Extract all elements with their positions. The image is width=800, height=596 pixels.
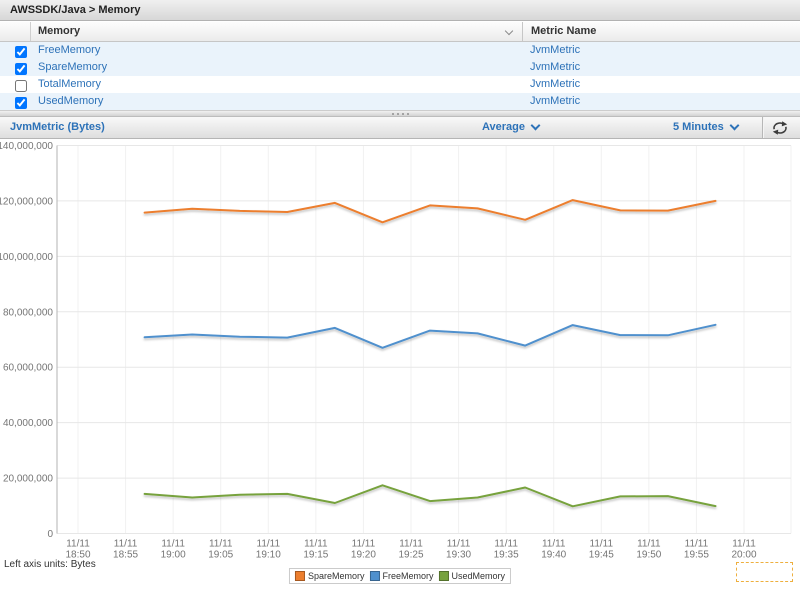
legend-item: FreeMemory — [370, 571, 434, 581]
svg-text:11/11: 11/11 — [66, 539, 90, 550]
svg-text:11/11: 11/11 — [732, 539, 756, 550]
svg-text:11/11: 11/11 — [257, 539, 281, 550]
table-row[interactable]: SpareMemory JvmMetric — [0, 59, 800, 77]
svg-text:11/11: 11/11 — [685, 539, 709, 550]
svg-text:11/11: 11/11 — [542, 539, 566, 550]
table-header-row: Memory Metric Name — [0, 22, 800, 42]
svg-text:11/11: 11/11 — [352, 539, 376, 550]
svg-text:140,000,000: 140,000,000 — [0, 141, 53, 152]
column-header-memory-label: Memory — [38, 25, 80, 37]
svg-text:11/11: 11/11 — [447, 539, 471, 550]
column-header-metric-name-label: Metric Name — [531, 25, 596, 37]
svg-text:11/11: 11/11 — [637, 539, 661, 550]
svg-text:11/11: 11/11 — [304, 539, 328, 550]
panel-resize-handle[interactable] — [0, 110, 800, 117]
svg-text:19:50: 19:50 — [636, 550, 661, 561]
svg-text:19:45: 19:45 — [589, 550, 614, 561]
statistic-dropdown-label: Average — [482, 121, 525, 133]
svg-text:40,000,000: 40,000,000 — [3, 418, 53, 429]
table-row[interactable]: TotalMemory JvmMetric — [0, 76, 800, 94]
chart-legend: SpareMemory FreeMemory UsedMemory — [289, 568, 511, 584]
table-row[interactable]: FreeMemory JvmMetric — [0, 42, 800, 60]
table-title-bar: AWSSDK/Java > Memory — [0, 0, 800, 21]
svg-text:19:55: 19:55 — [684, 550, 709, 561]
legend-swatch-freememory — [370, 571, 380, 581]
chevron-down-icon — [729, 121, 739, 131]
metric-name-link[interactable]: JvmMetric — [530, 42, 580, 59]
svg-text:19:00: 19:00 — [161, 550, 186, 561]
chart-header: JvmMetric (Bytes) Average 5 Minutes — [0, 117, 800, 139]
resize-grip-dot — [407, 113, 409, 115]
refresh-icon — [771, 120, 789, 136]
svg-text:19:15: 19:15 — [303, 550, 328, 561]
line-chart[interactable]: 0 20,000,000 40,000,000 60,000,000 80,000,00… — [0, 139, 800, 596]
cloudwatch-metrics-view: AWSSDK/Java > Memory Memory Metric Name … — [0, 0, 800, 596]
svg-text:20:00: 20:00 — [731, 550, 756, 561]
svg-text:0: 0 — [47, 529, 53, 540]
svg-text:11/11: 11/11 — [114, 539, 138, 550]
resize-grip-dot — [402, 113, 404, 115]
svg-text:100,000,000: 100,000,000 — [0, 252, 53, 263]
row-checkbox[interactable] — [15, 97, 27, 109]
metric-name-link[interactable]: JvmMetric — [530, 76, 580, 93]
svg-text:19:40: 19:40 — [541, 550, 566, 561]
svg-text:11/11: 11/11 — [399, 539, 423, 550]
svg-text:11/11: 11/11 — [209, 539, 233, 550]
resize-grip-dot — [392, 113, 394, 115]
svg-text:19:05: 19:05 — [208, 550, 233, 561]
resize-grip-dot — [397, 113, 399, 115]
legend-item: UsedMemory — [439, 571, 506, 581]
row-checkbox[interactable] — [15, 63, 27, 75]
legend-item: SpareMemory — [295, 571, 365, 581]
svg-text:60,000,000: 60,000,000 — [3, 363, 53, 374]
period-dropdown[interactable]: 5 Minutes — [673, 117, 738, 138]
legend-swatch-sparememory — [295, 571, 305, 581]
sort-descending-icon[interactable] — [505, 27, 513, 35]
left-axis-units-note: Left axis units: Bytes — [4, 559, 96, 570]
legend-label: UsedMemory — [452, 571, 506, 581]
svg-text:19:30: 19:30 — [446, 550, 471, 561]
header-separator — [762, 117, 763, 138]
metric-dimension-link[interactable]: UsedMemory — [38, 93, 103, 110]
chart-area: 0 20,000,000 40,000,000 60,000,000 80,000,00… — [0, 139, 800, 596]
period-dropdown-label: 5 Minutes — [673, 121, 724, 133]
statistic-dropdown[interactable]: Average — [482, 117, 539, 138]
chevron-down-icon — [531, 121, 541, 131]
metric-dimension-link[interactable]: SpareMemory — [38, 59, 107, 76]
refresh-button[interactable] — [771, 120, 789, 136]
chart-title: JvmMetric (Bytes) — [10, 117, 105, 138]
svg-text:11/11: 11/11 — [161, 539, 185, 550]
dashed-selection-box — [736, 562, 793, 582]
svg-text:11/11: 11/11 — [494, 539, 518, 550]
checkbox-column-header — [0, 22, 31, 41]
svg-text:19:20: 19:20 — [351, 550, 376, 561]
metric-name-link[interactable]: JvmMetric — [530, 59, 580, 76]
column-header-metric-name[interactable]: Metric Name — [522, 22, 596, 41]
legend-swatch-usedmemory — [439, 571, 449, 581]
svg-text:19:25: 19:25 — [398, 550, 423, 561]
svg-text:19:35: 19:35 — [494, 550, 519, 561]
row-checkbox[interactable] — [15, 46, 27, 58]
metric-dimension-link[interactable]: TotalMemory — [38, 76, 101, 93]
legend-label: SpareMemory — [308, 571, 365, 581]
svg-text:120,000,000: 120,000,000 — [0, 196, 53, 207]
row-checkbox[interactable] — [15, 80, 27, 92]
svg-text:20,000,000: 20,000,000 — [3, 474, 53, 485]
svg-text:11/11: 11/11 — [590, 539, 614, 550]
legend-label: FreeMemory — [383, 571, 434, 581]
breadcrumb: AWSSDK/Java > Memory — [10, 4, 141, 16]
svg-text:19:10: 19:10 — [256, 550, 281, 561]
column-header-memory[interactable]: Memory — [38, 22, 80, 41]
svg-text:80,000,000: 80,000,000 — [3, 307, 53, 318]
svg-text:18:55: 18:55 — [113, 550, 138, 561]
table-row[interactable]: UsedMemory JvmMetric — [0, 93, 800, 111]
metric-name-link[interactable]: JvmMetric — [530, 93, 580, 110]
metric-dimension-link[interactable]: FreeMemory — [38, 42, 100, 59]
